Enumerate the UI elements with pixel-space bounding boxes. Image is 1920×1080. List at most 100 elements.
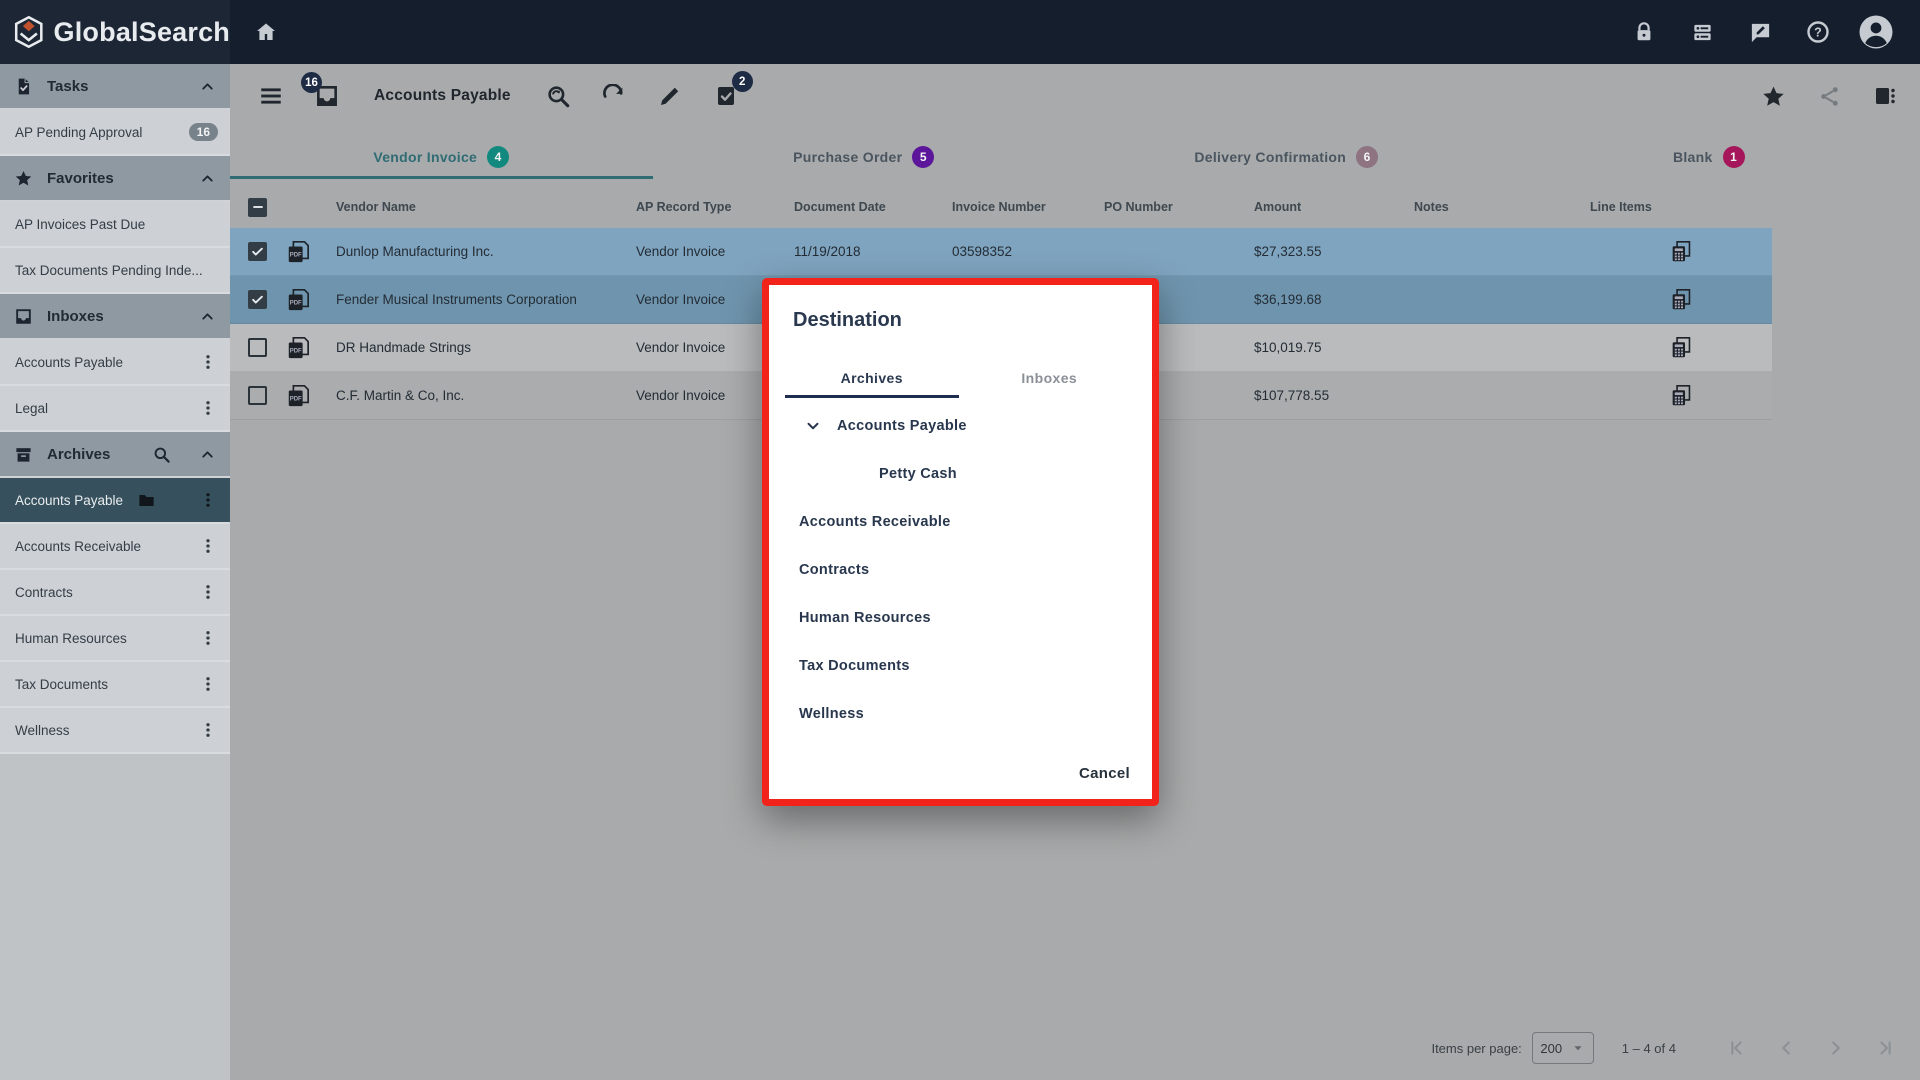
next-page-icon[interactable] bbox=[1816, 1028, 1856, 1068]
menu-icon[interactable] bbox=[256, 81, 286, 111]
search-icon[interactable] bbox=[152, 445, 171, 464]
col-po-number[interactable]: PO Number bbox=[1104, 200, 1254, 214]
dialog-title: Destination bbox=[793, 309, 902, 331]
sidebar-item-archive-wellness[interactable]: Wellness bbox=[0, 708, 230, 754]
brand: GlobalSearch bbox=[0, 0, 230, 64]
col-notes[interactable]: Notes bbox=[1414, 200, 1590, 214]
destination-dialog: Destination Archives Inboxes Accounts Pa… bbox=[762, 278, 1159, 806]
dialog-tab-inboxes[interactable]: Inboxes bbox=[961, 358, 1139, 398]
line-items-icon[interactable] bbox=[1590, 288, 1772, 311]
sidebar-section-favorites[interactable]: Favorites bbox=[0, 156, 230, 202]
table-row[interactable]: Dunlop Manufacturing Inc. Vendor Invoice… bbox=[230, 228, 1772, 276]
account-avatar[interactable] bbox=[1854, 10, 1898, 54]
tree-item-accounts-payable[interactable]: Accounts Payable bbox=[769, 402, 1152, 450]
sidebar-item-archive-accounts-payable[interactable]: Accounts Payable bbox=[0, 478, 230, 524]
feedback-icon[interactable] bbox=[1738, 10, 1782, 54]
panel-view-icon[interactable] bbox=[1870, 81, 1900, 111]
row-checkbox[interactable] bbox=[248, 242, 267, 261]
kebab-menu-icon[interactable] bbox=[198, 397, 218, 419]
sidebar-item-archive-tax-documents[interactable]: Tax Documents bbox=[0, 662, 230, 708]
items-per-page-select[interactable]: 200 bbox=[1531, 1032, 1594, 1064]
sidebar-section-inboxes[interactable]: Inboxes bbox=[0, 294, 230, 340]
favorite-star-icon[interactable] bbox=[1758, 81, 1788, 111]
kebab-menu-icon[interactable] bbox=[198, 627, 218, 649]
kebab-menu-icon[interactable] bbox=[198, 581, 218, 603]
home-icon[interactable] bbox=[244, 10, 288, 54]
kebab-menu-icon[interactable] bbox=[198, 489, 218, 511]
chevron-down-icon[interactable] bbox=[803, 417, 823, 435]
tree-item-human-resources[interactable]: Human Resources bbox=[769, 594, 1152, 642]
tree-item-accounts-receivable[interactable]: Accounts Receivable bbox=[769, 498, 1152, 546]
tab-count-badge: 6 bbox=[1356, 146, 1379, 168]
col-vendor-name[interactable]: Vendor Name bbox=[336, 200, 636, 214]
tree-item-wellness[interactable]: Wellness bbox=[769, 690, 1152, 738]
archive-icon bbox=[14, 445, 33, 464]
kebab-menu-icon[interactable] bbox=[198, 535, 218, 557]
tab-delivery-confirmation[interactable]: Delivery Confirmation 6 bbox=[1075, 128, 1498, 186]
line-items-icon[interactable] bbox=[1590, 240, 1772, 263]
tab-blank[interactable]: Blank 1 bbox=[1498, 128, 1920, 186]
destination-tree: Accounts Payable Petty Cash Accounts Rec… bbox=[769, 402, 1152, 738]
select-all-checkbox[interactable] bbox=[248, 197, 267, 217]
col-invoice-number[interactable]: Invoice Number bbox=[952, 200, 1104, 214]
tree-item-petty-cash[interactable]: Petty Cash bbox=[769, 450, 1152, 498]
col-ap-record-type[interactable]: AP Record Type bbox=[636, 200, 794, 214]
sidebar-item-inbox-accounts-payable[interactable]: Accounts Payable bbox=[0, 340, 230, 386]
chevron-up-icon[interactable] bbox=[199, 78, 216, 95]
items-per-page-label: Items per page: bbox=[1431, 1040, 1522, 1056]
lock-icon[interactable] bbox=[1622, 10, 1666, 54]
tab-count-badge: 1 bbox=[1722, 146, 1745, 168]
sidebar-section-tasks[interactable]: Tasks bbox=[0, 64, 230, 110]
toolbar: 16 Accounts Payable 2 bbox=[230, 64, 1920, 128]
line-items-icon[interactable] bbox=[1590, 384, 1772, 407]
tab-purchase-order[interactable]: Purchase Order 5 bbox=[653, 128, 1076, 186]
row-checkbox[interactable] bbox=[248, 338, 267, 357]
chevron-up-icon[interactable] bbox=[199, 308, 216, 325]
archive-inbox-icon[interactable]: 16 bbox=[301, 72, 342, 111]
selected-count-badge: 2 bbox=[731, 71, 753, 92]
sidebar-item-archive-human-resources[interactable]: Human Resources bbox=[0, 616, 230, 662]
pdf-icon[interactable] bbox=[280, 384, 336, 408]
sidebar-item-ap-pending-approval[interactable]: AP Pending Approval 16 bbox=[0, 110, 230, 156]
chevron-up-icon[interactable] bbox=[199, 446, 216, 463]
sidebar-section-archives[interactable]: Archives bbox=[0, 432, 230, 478]
refresh-icon[interactable] bbox=[599, 81, 629, 111]
apps-list-icon[interactable] bbox=[1680, 10, 1724, 54]
sidebar-item-archive-contracts[interactable]: Contracts bbox=[0, 570, 230, 616]
modify-search-icon[interactable] bbox=[543, 81, 573, 111]
sidebar-item-inbox-legal[interactable]: Legal bbox=[0, 386, 230, 432]
tab-count-badge: 5 bbox=[912, 146, 935, 168]
selected-tasks-icon[interactable]: 2 bbox=[711, 71, 753, 111]
dialog-tab-archives[interactable]: Archives bbox=[783, 358, 961, 398]
kebab-menu-icon[interactable] bbox=[198, 673, 218, 695]
col-document-date[interactable]: Document Date bbox=[794, 200, 952, 214]
edit-pencil-icon[interactable] bbox=[655, 81, 685, 111]
tab-vendor-invoice[interactable]: Vendor Invoice 4 bbox=[230, 128, 653, 186]
line-items-icon[interactable] bbox=[1590, 336, 1772, 359]
row-checkbox[interactable] bbox=[248, 386, 267, 405]
pdf-icon[interactable] bbox=[280, 240, 336, 264]
col-line-items[interactable]: Line Items bbox=[1590, 200, 1772, 214]
kebab-menu-icon[interactable] bbox=[198, 719, 218, 741]
cancel-button[interactable]: Cancel bbox=[1079, 765, 1130, 782]
nav-right-icons bbox=[1622, 10, 1920, 54]
help-icon[interactable] bbox=[1796, 10, 1840, 54]
tab-count-badge: 4 bbox=[487, 146, 510, 168]
sidebar-item-ap-invoices-past-due[interactable]: AP Invoices Past Due bbox=[0, 202, 230, 248]
sidebar-item-tax-documents-pending[interactable]: Tax Documents Pending Inde... bbox=[0, 248, 230, 294]
first-page-icon[interactable] bbox=[1716, 1028, 1756, 1068]
pdf-icon[interactable] bbox=[280, 336, 336, 360]
record-type-tabs: Vendor Invoice 4 Purchase Order 5 Delive… bbox=[230, 128, 1920, 186]
previous-page-icon[interactable] bbox=[1766, 1028, 1806, 1068]
col-amount[interactable]: Amount bbox=[1254, 200, 1414, 214]
section-label: Tasks bbox=[47, 77, 89, 95]
sidebar-item-archive-accounts-receivable[interactable]: Accounts Receivable bbox=[0, 524, 230, 570]
tree-item-tax-documents[interactable]: Tax Documents bbox=[769, 642, 1152, 690]
last-page-icon[interactable] bbox=[1866, 1028, 1906, 1068]
tree-item-contracts[interactable]: Contracts bbox=[769, 546, 1152, 594]
share-icon[interactable] bbox=[1814, 81, 1844, 111]
pdf-icon[interactable] bbox=[280, 288, 336, 312]
row-checkbox[interactable] bbox=[248, 290, 267, 309]
kebab-menu-icon[interactable] bbox=[198, 351, 218, 373]
chevron-up-icon[interactable] bbox=[199, 170, 216, 187]
